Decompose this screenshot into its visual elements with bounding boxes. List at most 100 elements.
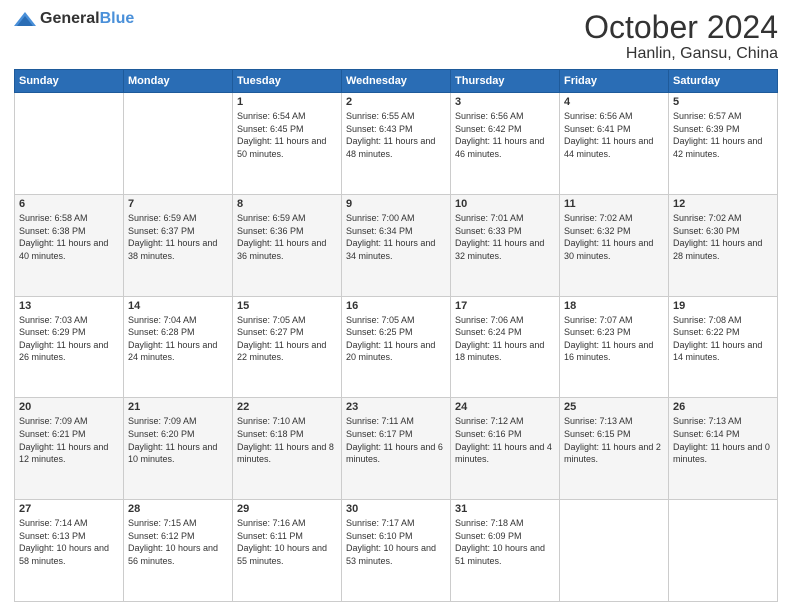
calendar-table: SundayMondayTuesdayWednesdayThursdayFrid…	[14, 69, 778, 602]
day-number: 1	[237, 96, 337, 108]
calendar-cell: 5Sunrise: 6:57 AMSunset: 6:39 PMDaylight…	[669, 93, 778, 195]
day-number: 4	[564, 96, 664, 108]
generalblue-logo-icon	[14, 10, 36, 28]
day-info: Sunrise: 7:03 AMSunset: 6:29 PMDaylight:…	[19, 314, 119, 364]
calendar-cell: 1 Sunrise: 6:54 AMSunset: 6:45 PMDaylight…	[233, 93, 342, 195]
day-number: 16	[346, 300, 446, 312]
day-number: 15	[237, 300, 337, 312]
day-info: Sunrise: 6:59 AMSunset: 6:37 PMDaylight:…	[128, 212, 228, 262]
calendar-cell: 28 Sunrise: 7:15 AMSunset: 6:12 PMDayligh…	[124, 500, 233, 602]
day-number: 25	[564, 401, 664, 413]
calendar-cell: 15 Sunrise: 7:05 AMSunset: 6:27 PMDayligh…	[233, 296, 342, 398]
day-info: Sunrise: 7:11 AMSunset: 6:17 PMDaylight:…	[346, 415, 446, 465]
calendar-cell: 14 Sunrise: 7:04 AMSunset: 6:28 PMDayligh…	[124, 296, 233, 398]
day-info: Sunrise: 7:09 AMSunset: 6:21 PMDaylight:…	[19, 415, 119, 465]
day-info: Sunrise: 6:56 AMSunset: 6:41 PMDaylight:…	[564, 110, 664, 160]
day-info: Sunrise: 7:12 AMSunset: 6:16 PMDaylight:…	[455, 415, 555, 465]
calendar-cell: 13 Sunrise: 7:03 AMSunset: 6:29 PMDayligh…	[15, 296, 124, 398]
weekday-tuesday: Tuesday	[233, 70, 342, 93]
calendar-cell: 9 Sunrise: 7:00 AMSunset: 6:34 PMDaylight…	[342, 194, 451, 296]
week-row-1: 1 Sunrise: 6:54 AMSunset: 6:45 PMDaylight…	[15, 93, 778, 195]
weekday-friday: Friday	[560, 70, 669, 93]
weekday-header-row: SundayMondayTuesdayWednesdayThursdayFrid…	[15, 70, 778, 93]
page: GeneralBlue October 2024 Hanlin, Gansu, …	[0, 0, 792, 612]
calendar-cell: 22 Sunrise: 7:10 AMSunset: 6:18 PMDayligh…	[233, 398, 342, 500]
day-info: Sunrise: 7:14 AMSunset: 6:13 PMDaylight:…	[19, 517, 119, 567]
day-number: 23	[346, 401, 446, 413]
day-number: 3	[455, 96, 555, 108]
calendar-cell: 3 Sunrise: 6:56 AMSunset: 6:42 PMDaylight…	[451, 93, 560, 195]
calendar-cell: 16Sunrise: 7:05 AMSunset: 6:25 PMDayligh…	[342, 296, 451, 398]
day-info: Sunrise: 6:54 AMSunset: 6:45 PMDaylight:…	[237, 110, 337, 160]
day-info: Sunrise: 6:56 AMSunset: 6:42 PMDaylight:…	[455, 110, 555, 160]
day-info: Sunrise: 7:02 AMSunset: 6:32 PMDaylight:…	[564, 212, 664, 262]
day-info: Sunrise: 7:10 AMSunset: 6:18 PMDaylight:…	[237, 415, 337, 465]
day-number: 9	[346, 198, 446, 210]
weekday-monday: Monday	[124, 70, 233, 93]
calendar-cell: 11 Sunrise: 7:02 AMSunset: 6:32 PMDayligh…	[560, 194, 669, 296]
header: GeneralBlue October 2024 Hanlin, Gansu, …	[14, 10, 778, 63]
day-info: Sunrise: 7:13 AMSunset: 6:15 PMDaylight:…	[564, 415, 664, 465]
day-number: 24	[455, 401, 555, 413]
day-info: Sunrise: 6:55 AMSunset: 6:43 PMDaylight:…	[346, 110, 446, 160]
calendar-cell: 24 Sunrise: 7:12 AMSunset: 6:16 PMDayligh…	[451, 398, 560, 500]
day-number: 17	[455, 300, 555, 312]
calendar-cell: 6Sunrise: 6:58 AMSunset: 6:38 PMDaylight…	[15, 194, 124, 296]
day-number: 7	[128, 198, 228, 210]
calendar-cell	[560, 500, 669, 602]
day-info: Sunrise: 6:57 AMSunset: 6:39 PMDaylight:…	[673, 110, 773, 160]
calendar-cell: 21 Sunrise: 7:09 AMSunset: 6:20 PMDayligh…	[124, 398, 233, 500]
day-info: Sunrise: 7:09 AMSunset: 6:20 PMDaylight:…	[128, 415, 228, 465]
day-number: 28	[128, 503, 228, 515]
calendar-cell: 19 Sunrise: 7:08 AMSunset: 6:22 PMDayligh…	[669, 296, 778, 398]
logo-general: General	[40, 10, 100, 27]
calendar-cell: 7 Sunrise: 6:59 AMSunset: 6:37 PMDaylight…	[124, 194, 233, 296]
calendar-cell: 20Sunrise: 7:09 AMSunset: 6:21 PMDayligh…	[15, 398, 124, 500]
day-info: Sunrise: 7:01 AMSunset: 6:33 PMDaylight:…	[455, 212, 555, 262]
day-number: 22	[237, 401, 337, 413]
weekday-sunday: Sunday	[15, 70, 124, 93]
day-number: 11	[564, 198, 664, 210]
day-number: 26	[673, 401, 773, 413]
day-number: 8	[237, 198, 337, 210]
day-info: Sunrise: 7:15 AMSunset: 6:12 PMDaylight:…	[128, 517, 228, 567]
day-info: Sunrise: 7:00 AMSunset: 6:34 PMDaylight:…	[346, 212, 446, 262]
day-info: Sunrise: 7:02 AMSunset: 6:30 PMDaylight:…	[673, 212, 773, 262]
week-row-2: 6Sunrise: 6:58 AMSunset: 6:38 PMDaylight…	[15, 194, 778, 296]
day-number: 18	[564, 300, 664, 312]
calendar-cell: 4 Sunrise: 6:56 AMSunset: 6:41 PMDaylight…	[560, 93, 669, 195]
day-number: 19	[673, 300, 773, 312]
day-info: Sunrise: 7:04 AMSunset: 6:28 PMDaylight:…	[128, 314, 228, 364]
calendar-cell: 18 Sunrise: 7:07 AMSunset: 6:23 PMDayligh…	[560, 296, 669, 398]
calendar-cell: 30 Sunrise: 7:17 AMSunset: 6:10 PMDayligh…	[342, 500, 451, 602]
calendar-cell: 8Sunrise: 6:59 AMSunset: 6:36 PMDaylight…	[233, 194, 342, 296]
calendar-cell	[15, 93, 124, 195]
logo-text: GeneralBlue	[40, 10, 134, 28]
day-info: Sunrise: 7:16 AMSunset: 6:11 PMDaylight:…	[237, 517, 337, 567]
day-info: Sunrise: 7:17 AMSunset: 6:10 PMDaylight:…	[346, 517, 446, 567]
calendar-cell: 29Sunrise: 7:16 AMSunset: 6:11 PMDayligh…	[233, 500, 342, 602]
day-number: 21	[128, 401, 228, 413]
day-info: Sunrise: 6:58 AMSunset: 6:38 PMDaylight:…	[19, 212, 119, 262]
day-number: 14	[128, 300, 228, 312]
calendar-cell: 2 Sunrise: 6:55 AMSunset: 6:43 PMDaylight…	[342, 93, 451, 195]
weekday-wednesday: Wednesday	[342, 70, 451, 93]
week-row-4: 20Sunrise: 7:09 AMSunset: 6:21 PMDayligh…	[15, 398, 778, 500]
day-info: Sunrise: 7:08 AMSunset: 6:22 PMDaylight:…	[673, 314, 773, 364]
day-number: 13	[19, 300, 119, 312]
day-info: Sunrise: 7:05 AMSunset: 6:27 PMDaylight:…	[237, 314, 337, 364]
day-number: 12	[673, 198, 773, 210]
calendar-cell	[669, 500, 778, 602]
location-title: Hanlin, Gansu, China	[584, 45, 778, 63]
day-number: 2	[346, 96, 446, 108]
calendar-cell: 31Sunrise: 7:18 AMSunset: 6:09 PMDayligh…	[451, 500, 560, 602]
weekday-thursday: Thursday	[451, 70, 560, 93]
day-number: 30	[346, 503, 446, 515]
logo: GeneralBlue	[14, 10, 134, 28]
title-block: October 2024 Hanlin, Gansu, China	[584, 10, 778, 63]
weekday-saturday: Saturday	[669, 70, 778, 93]
day-info: Sunrise: 7:18 AMSunset: 6:09 PMDaylight:…	[455, 517, 555, 567]
month-title: October 2024	[584, 10, 778, 45]
day-info: Sunrise: 7:07 AMSunset: 6:23 PMDaylight:…	[564, 314, 664, 364]
week-row-5: 27Sunrise: 7:14 AMSunset: 6:13 PMDayligh…	[15, 500, 778, 602]
